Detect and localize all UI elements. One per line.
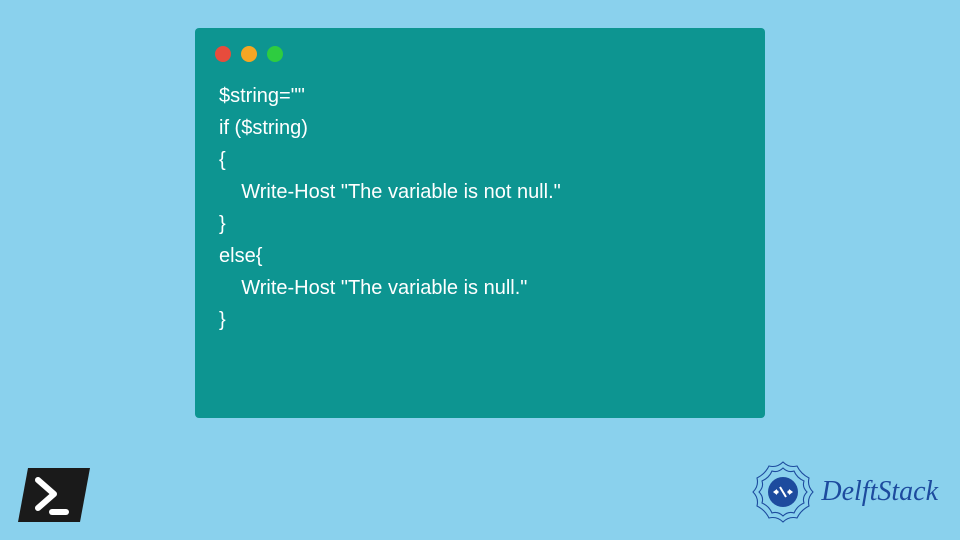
window-maximize-dot [267, 46, 283, 62]
window-controls [215, 46, 745, 62]
code-block: $string="" if ($string) { Write-Host "Th… [215, 80, 745, 336]
window-minimize-dot [241, 46, 257, 62]
delftstack-logo: DelftStack [749, 458, 938, 526]
window-close-dot [215, 46, 231, 62]
powershell-icon [18, 466, 90, 524]
code-window: $string="" if ($string) { Write-Host "Th… [195, 28, 765, 418]
delftstack-badge-icon [749, 458, 817, 526]
delftstack-logo-text: DelftStack [821, 476, 938, 508]
